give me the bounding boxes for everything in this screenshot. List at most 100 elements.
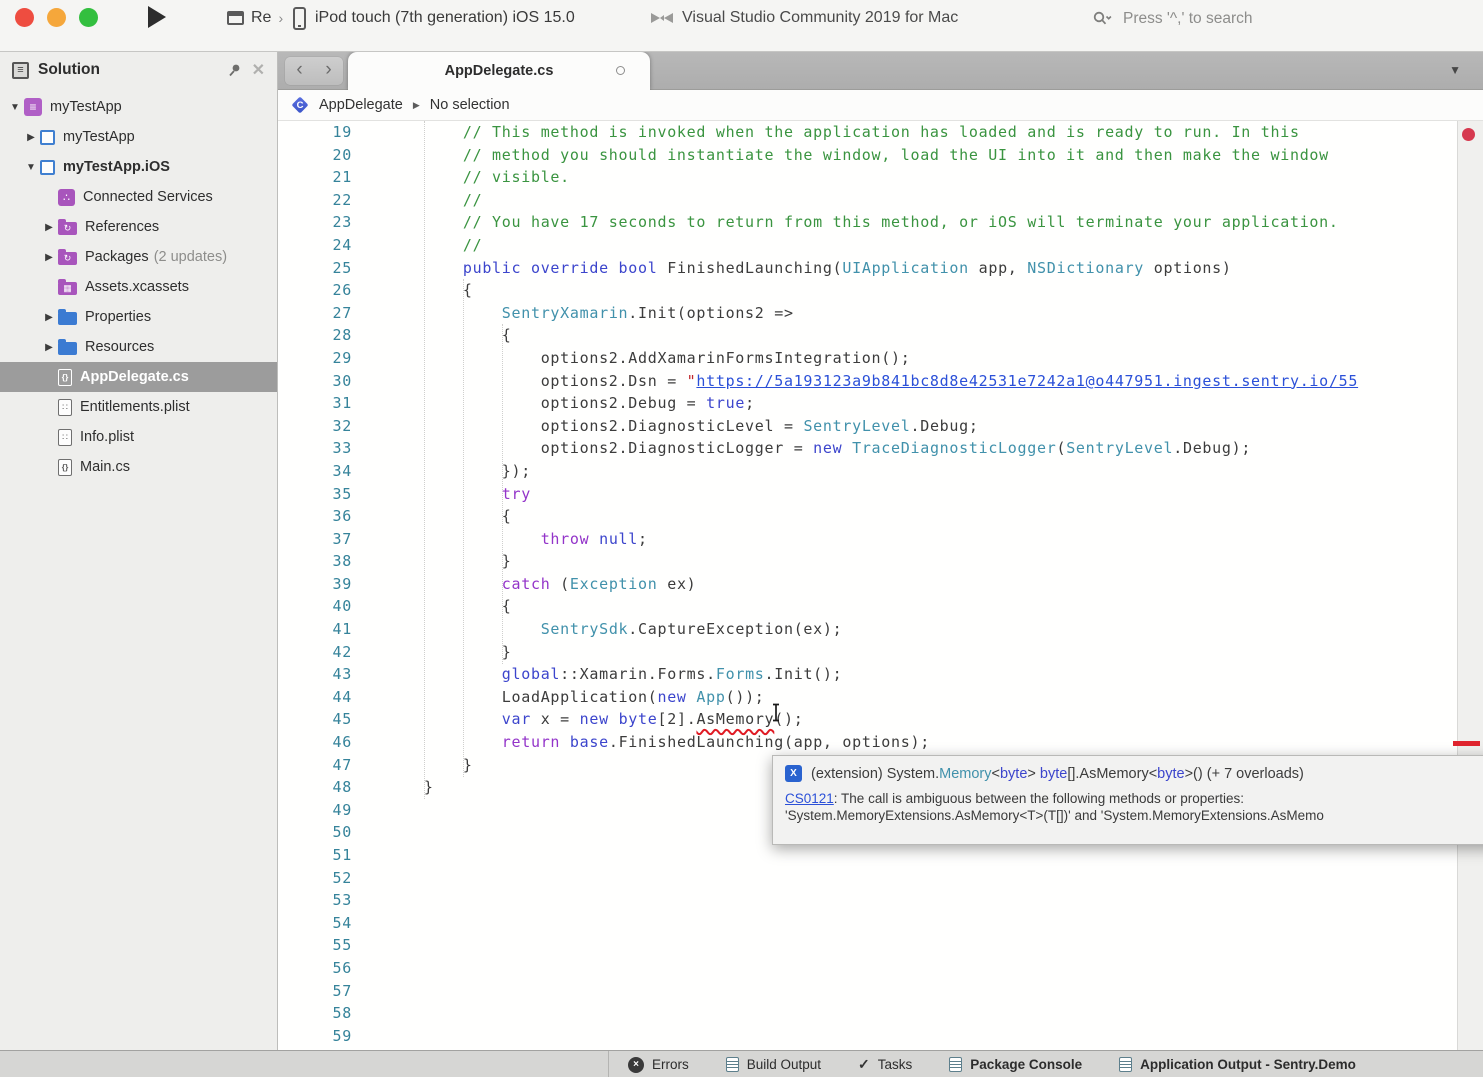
close-window-button[interactable] bbox=[15, 8, 34, 27]
line-number[interactable]: 29 bbox=[278, 347, 352, 370]
sidebar-item-packages[interactable]: ▶Packages(2 updates) bbox=[0, 242, 277, 272]
line-number[interactable]: 54 bbox=[278, 912, 352, 935]
disclosure-right-icon[interactable]: ▶ bbox=[40, 312, 58, 323]
sidebar-item-connected-services[interactable]: Connected Services bbox=[0, 182, 277, 212]
sidebar-item-info-plist[interactable]: Info.plist bbox=[0, 422, 277, 452]
sidebar-item-main-cs[interactable]: Main.cs bbox=[0, 452, 277, 482]
line-number[interactable]: 59 bbox=[278, 1025, 352, 1048]
line-number[interactable]: 22 bbox=[278, 189, 352, 212]
sidebar-item-references[interactable]: ▶References bbox=[0, 212, 277, 242]
code-line-43[interactable]: 43 global::Xamarin.Forms.Forms.Init(); bbox=[278, 663, 1457, 686]
statusbar-application-output-sentry-demo[interactable]: Application Output - Sentry.Demo bbox=[1119, 1057, 1356, 1072]
line-number[interactable]: 44 bbox=[278, 686, 352, 709]
code-line-56[interactable]: 56 bbox=[278, 957, 1457, 980]
navigate-forward-button[interactable]: › bbox=[314, 57, 343, 85]
code-line-32[interactable]: 32 options2.DiagnosticLevel = SentryLeve… bbox=[278, 415, 1457, 438]
code-line-42[interactable]: 42 } bbox=[278, 641, 1457, 664]
code-line-44[interactable]: 44 LoadApplication(new App()); bbox=[278, 686, 1457, 709]
statusbar-package-console[interactable]: Package Console bbox=[949, 1057, 1082, 1072]
code-line-25[interactable]: 25 public override bool FinishedLaunchin… bbox=[278, 257, 1457, 280]
code-line-52[interactable]: 52 bbox=[278, 867, 1457, 890]
line-number[interactable]: 35 bbox=[278, 483, 352, 506]
code-line-34[interactable]: 34 }); bbox=[278, 460, 1457, 483]
code-line-39[interactable]: 39 catch (Exception ex) bbox=[278, 573, 1457, 596]
line-number[interactable]: 33 bbox=[278, 437, 352, 460]
line-number[interactable]: 27 bbox=[278, 302, 352, 325]
code-line-21[interactable]: 21 // visible. bbox=[278, 166, 1457, 189]
line-number[interactable]: 26 bbox=[278, 279, 352, 302]
code-line-54[interactable]: 54 bbox=[278, 912, 1457, 935]
sidebar-item-mytestapp[interactable]: ▶myTestApp bbox=[0, 122, 277, 152]
line-number[interactable]: 50 bbox=[278, 821, 352, 844]
line-number[interactable]: 53 bbox=[278, 889, 352, 912]
scrollbar-annotation-column[interactable] bbox=[1457, 121, 1483, 1050]
sidebar-item-appdelegate-cs[interactable]: AppDelegate.cs bbox=[0, 362, 277, 392]
breadcrumb-class[interactable]: AppDelegate bbox=[319, 97, 403, 113]
line-number[interactable]: 34 bbox=[278, 460, 352, 483]
code-line-20[interactable]: 20 // method you should instantiate the … bbox=[278, 144, 1457, 167]
code-line-37[interactable]: 37 throw null; bbox=[278, 528, 1457, 551]
disclosure-down-icon[interactable]: ▼ bbox=[6, 102, 24, 113]
line-number[interactable]: 41 bbox=[278, 618, 352, 641]
disclosure-right-icon[interactable]: ▶ bbox=[40, 222, 58, 233]
line-number[interactable]: 58 bbox=[278, 1002, 352, 1025]
line-number[interactable]: 20 bbox=[278, 144, 352, 167]
code-line-59[interactable]: 59 bbox=[278, 1025, 1457, 1048]
breadcrumb-selection[interactable]: No selection bbox=[430, 97, 510, 113]
sidebar-item-entitlements-plist[interactable]: Entitlements.plist bbox=[0, 392, 277, 422]
code-line-45[interactable]: 45 var x = new byte[2].AsMemory(); bbox=[278, 708, 1457, 731]
line-number[interactable]: 46 bbox=[278, 731, 352, 754]
code-line-23[interactable]: 23 // You have 17 seconds to return from… bbox=[278, 211, 1457, 234]
line-number[interactable]: 28 bbox=[278, 324, 352, 347]
line-number[interactable]: 48 bbox=[278, 776, 352, 799]
line-number[interactable]: 49 bbox=[278, 799, 352, 822]
code-editor[interactable]: 19 // This method is invoked when the ap… bbox=[278, 121, 1457, 1050]
line-number[interactable]: 37 bbox=[278, 528, 352, 551]
disclosure-down-icon[interactable]: ▼ bbox=[22, 162, 40, 173]
code-line-30[interactable]: 30 options2.Dsn = "https://5a193123a9b84… bbox=[278, 370, 1457, 393]
tab-appdelegate[interactable]: AppDelegate.cs bbox=[348, 52, 650, 90]
code-line-31[interactable]: 31 options2.Debug = true; bbox=[278, 392, 1457, 415]
disclosure-right-icon[interactable]: ▶ bbox=[40, 252, 58, 263]
line-number[interactable]: 55 bbox=[278, 934, 352, 957]
code-line-35[interactable]: 35 try bbox=[278, 483, 1457, 506]
line-number[interactable]: 38 bbox=[278, 550, 352, 573]
code-line-57[interactable]: 57 bbox=[278, 980, 1457, 1003]
code-line-51[interactable]: 51 bbox=[278, 844, 1457, 867]
sidebar-item-mytestapp[interactable]: ▼myTestApp bbox=[0, 92, 277, 122]
line-number[interactable]: 56 bbox=[278, 957, 352, 980]
line-number[interactable]: 40 bbox=[278, 595, 352, 618]
code-line-40[interactable]: 40 { bbox=[278, 595, 1457, 618]
line-number[interactable]: 39 bbox=[278, 573, 352, 596]
line-number[interactable]: 43 bbox=[278, 663, 352, 686]
tab-list-dropdown-icon[interactable]: ▼ bbox=[1449, 63, 1461, 77]
zoom-window-button[interactable] bbox=[79, 8, 98, 27]
sidebar-item-assets-xcassets[interactable]: Assets.xcassets bbox=[0, 272, 277, 302]
code-line-26[interactable]: 26 { bbox=[278, 279, 1457, 302]
search-input[interactable]: Press '^,' to search bbox=[1093, 5, 1469, 33]
dsn-link[interactable]: https://5a193123a9b841bc8d8e42531e7242a1… bbox=[696, 372, 1358, 390]
code-line-46[interactable]: 46 return base.FinishedLaunching(app, op… bbox=[278, 731, 1457, 754]
close-pad-icon[interactable]: ✕ bbox=[252, 60, 265, 80]
code-line-38[interactable]: 38 } bbox=[278, 550, 1457, 573]
disclosure-right-icon[interactable]: ▶ bbox=[22, 132, 40, 143]
run-button[interactable] bbox=[148, 6, 166, 28]
navigate-back-button[interactable]: ‹ bbox=[285, 57, 314, 85]
code-line-22[interactable]: 22 // bbox=[278, 189, 1457, 212]
line-number[interactable]: 42 bbox=[278, 641, 352, 664]
sidebar-item-resources[interactable]: ▶Resources bbox=[0, 332, 277, 362]
minimize-window-button[interactable] bbox=[47, 8, 66, 27]
sidebar-item-mytestapp-ios[interactable]: ▼myTestApp.iOS bbox=[0, 152, 277, 182]
code-line-29[interactable]: 29 options2.AddXamarinFormsIntegration()… bbox=[278, 347, 1457, 370]
device-selector[interactable]: iPod touch (7th generation) iOS 15.0 bbox=[293, 5, 575, 31]
statusbar-errors[interactable]: Errors bbox=[628, 1057, 689, 1073]
code-line-33[interactable]: 33 options2.DiagnosticLogger = new Trace… bbox=[278, 437, 1457, 460]
line-number[interactable]: 21 bbox=[278, 166, 352, 189]
line-number[interactable]: 45 bbox=[278, 708, 352, 731]
statusbar-build-output[interactable]: Build Output bbox=[726, 1057, 821, 1072]
code-line-36[interactable]: 36 { bbox=[278, 505, 1457, 528]
code-line-24[interactable]: 24 // bbox=[278, 234, 1457, 257]
line-number[interactable]: 51 bbox=[278, 844, 352, 867]
error-code-link[interactable]: CS0121 bbox=[785, 791, 834, 806]
line-number[interactable]: 19 bbox=[278, 121, 352, 144]
